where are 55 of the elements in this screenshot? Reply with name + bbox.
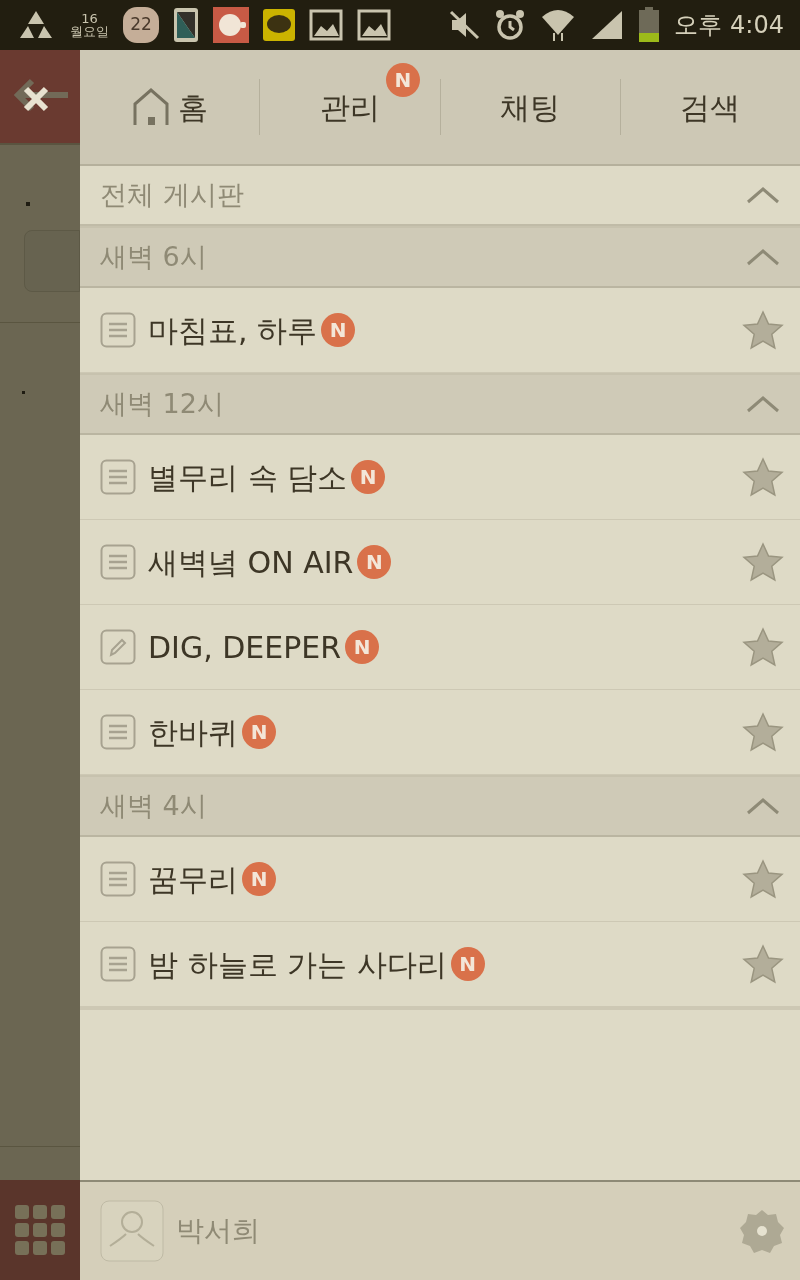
home-icon	[131, 88, 170, 126]
tablet-icon	[173, 7, 199, 43]
board-title: 한바퀴	[148, 713, 238, 752]
chevron-up-icon[interactable]	[746, 395, 780, 413]
user-name: 박서희	[176, 1213, 260, 1249]
nav-tab[interactable]: 채팅	[494, 84, 567, 130]
chat-app-icon	[263, 9, 295, 41]
cafe-app-icon	[213, 7, 249, 43]
new-badge: N	[351, 460, 386, 494]
settings-icon[interactable]	[738, 1207, 786, 1255]
chevron-up-icon[interactable]	[746, 248, 780, 266]
image-icon	[357, 9, 391, 41]
board-title: DIG, DEEPER	[148, 628, 342, 667]
star-icon[interactable]	[742, 310, 784, 350]
group-title: 새벽 6시	[100, 239, 207, 274]
alarm-icon	[494, 8, 527, 42]
star-icon[interactable]	[742, 944, 784, 984]
star-icon[interactable]	[742, 859, 784, 899]
nav-tab[interactable]: 검색	[674, 84, 747, 130]
date-weekday: 월요일	[70, 25, 109, 38]
star-icon[interactable]	[742, 457, 784, 497]
date-day: 16	[81, 12, 98, 25]
section-title: 전체 게시판	[100, 177, 244, 212]
new-badge: N	[450, 947, 485, 981]
new-badge: N	[242, 862, 276, 896]
wifi-icon	[540, 7, 577, 43]
clock-time: 오후 4:04	[674, 10, 784, 41]
new-badge: N	[321, 313, 356, 347]
nav-tab[interactable]: 관리	[313, 84, 386, 130]
chevron-up-icon[interactable]	[746, 797, 780, 815]
board-title: 새벽녘 ON AIR	[148, 543, 354, 582]
board-title: 밤 하늘로 가는 사다리	[148, 945, 447, 984]
mute-icon	[448, 9, 481, 41]
new-badge: N	[345, 630, 380, 664]
chevron-up-icon[interactable]	[746, 186, 780, 204]
group-title: 새벽 12시	[100, 386, 224, 421]
avatar-icon[interactable]	[100, 1200, 164, 1262]
signal-icon	[590, 9, 625, 41]
new-badge: N	[385, 62, 420, 97]
new-badge: N	[242, 715, 276, 749]
grid-icon	[15, 1205, 65, 1255]
battery-icon	[638, 7, 661, 43]
board-title: 별무리 속 담소	[148, 458, 348, 497]
nav-tab[interactable]: 홈	[125, 84, 214, 130]
new-badge: N	[357, 545, 392, 579]
group-title: 새벽 4시	[100, 788, 207, 823]
image-icon	[309, 9, 343, 41]
star-icon[interactable]	[742, 712, 784, 752]
star-icon[interactable]	[742, 542, 784, 582]
board-title: 마침표, 하루	[148, 311, 318, 350]
back-close-button[interactable]	[0, 50, 80, 145]
flower-badge: 22	[123, 7, 159, 43]
star-icon[interactable]	[742, 627, 784, 667]
apps-button[interactable]	[0, 1180, 80, 1280]
board-title: 꿈무리	[148, 860, 238, 899]
